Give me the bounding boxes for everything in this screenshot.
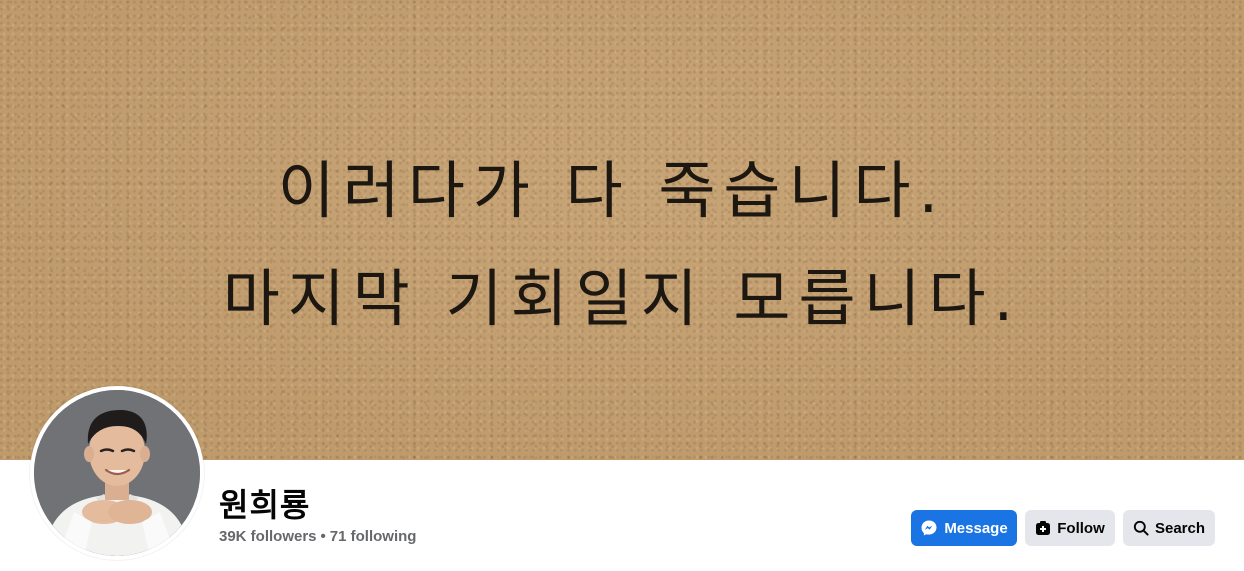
followers-count[interactable]: 39K followers	[219, 528, 317, 545]
profile-avatar[interactable]	[30, 386, 204, 560]
message-button[interactable]: Message	[911, 510, 1017, 546]
following-count[interactable]: 71 following	[330, 528, 417, 545]
search-label: Search	[1154, 519, 1206, 537]
follow-label: Follow	[1057, 519, 1105, 537]
cover-text-line-1: 이러다가 다 죽습니다.	[277, 154, 947, 227]
stats-separator: •	[320, 528, 326, 545]
cover-text-line-2: 마지막 기회일지 모릅니다.	[222, 262, 1022, 335]
profile-page: 이러다가 다 죽습니다. 마지막 기회일지 모릅니다. 원희룡 39K foll…	[0, 0, 1244, 571]
profile-stats: 39K followers • 71 following	[219, 528, 416, 545]
message-label: Message	[944, 519, 1008, 537]
follow-icon	[1035, 520, 1051, 536]
profile-name[interactable]: 원희룡	[219, 480, 310, 526]
cover-photo[interactable]: 이러다가 다 죽습니다. 마지막 기회일지 모릅니다.	[0, 0, 1244, 460]
avatar-portrait	[34, 390, 200, 556]
avatar-image	[34, 390, 200, 556]
search-icon	[1133, 520, 1149, 536]
search-button[interactable]: Search	[1123, 510, 1215, 546]
messenger-icon	[920, 519, 938, 537]
follow-button[interactable]: Follow	[1025, 510, 1115, 546]
